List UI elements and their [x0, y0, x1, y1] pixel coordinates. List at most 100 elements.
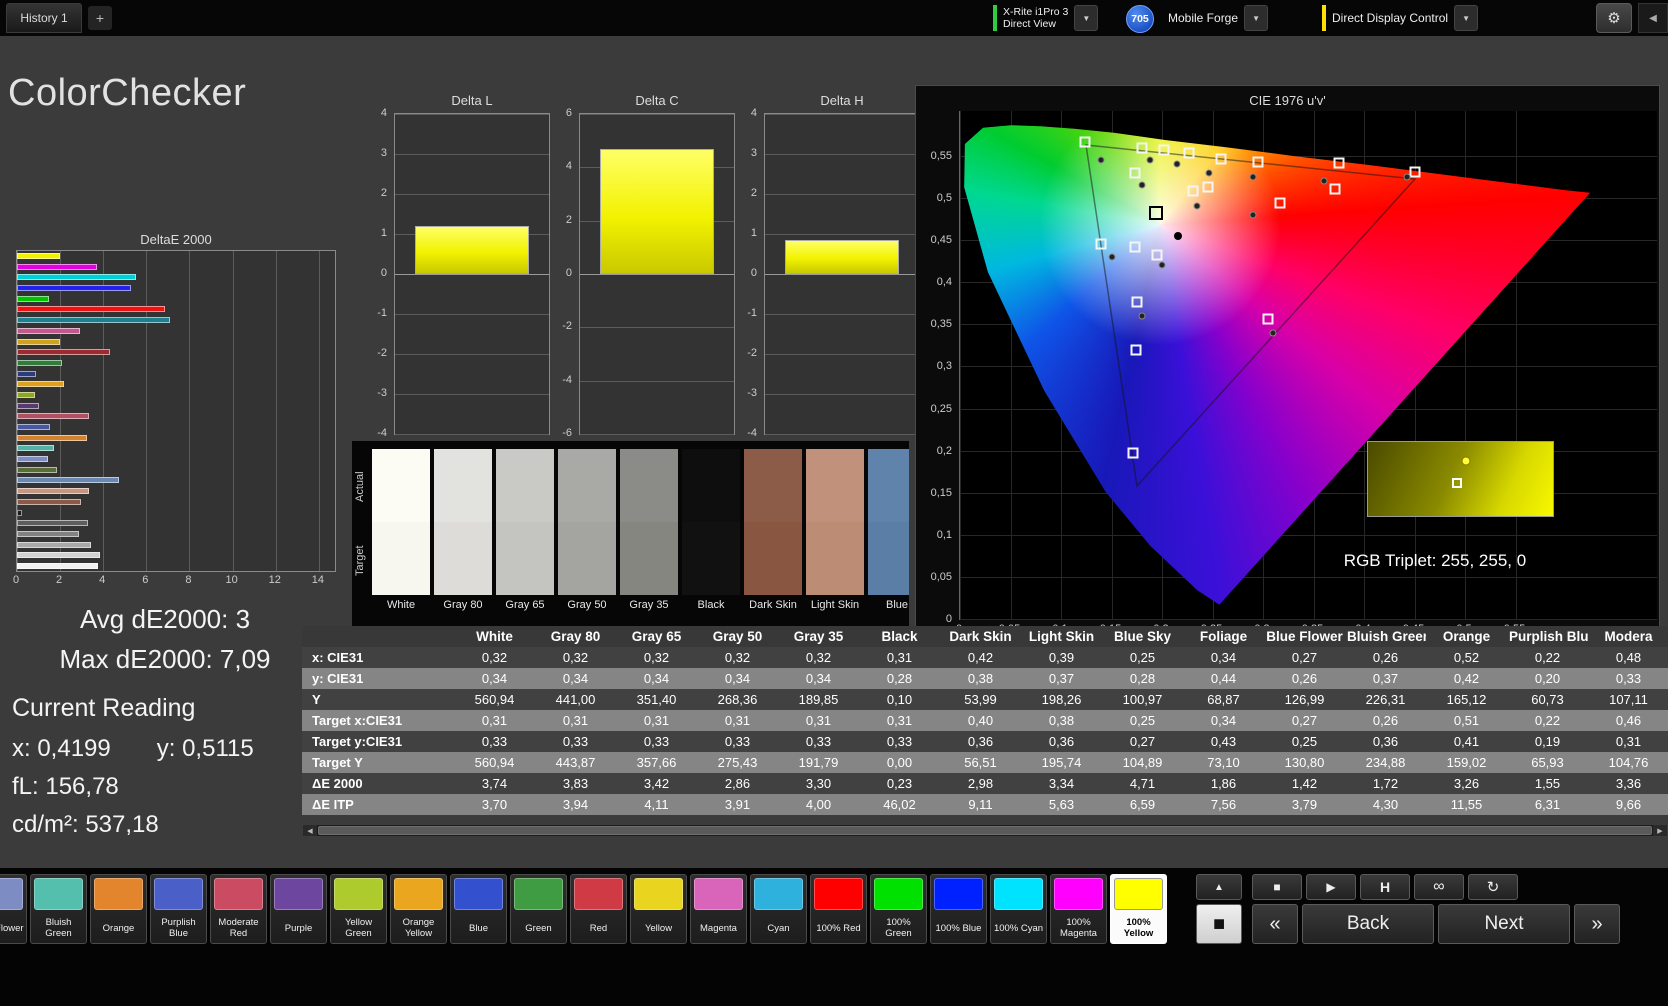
- patch-label: 100% Red: [811, 913, 866, 943]
- axis-tick-label: 3: [751, 147, 757, 159]
- display-control-dropdown-button[interactable]: ▼: [1454, 5, 1478, 31]
- source-label: Mobile Forge: [1168, 11, 1238, 25]
- table-cell: 5,63: [1021, 794, 1102, 815]
- patch-color-swatch: [814, 878, 863, 910]
- gridline: [765, 114, 919, 115]
- source-selector: Mobile Forge ▼: [1168, 3, 1268, 33]
- patch-button-green[interactable]: Green: [510, 874, 567, 944]
- back-button[interactable]: Back: [1302, 904, 1434, 944]
- source-dropdown-button[interactable]: ▼: [1244, 5, 1268, 31]
- patch-button-100-cyan[interactable]: 100% Cyan: [990, 874, 1047, 944]
- row-label: Target x:CIE31: [302, 710, 454, 731]
- stop-button[interactable]: ■: [1252, 874, 1302, 900]
- meter-dropdown-button[interactable]: ▼: [1074, 5, 1098, 31]
- deltae-bar-100-blue: [17, 285, 131, 291]
- table-cell: 191,79: [778, 752, 859, 773]
- table-cell: 0,22: [1507, 710, 1588, 731]
- table-cell: 0,34: [1183, 647, 1264, 668]
- swatch-gray-80[interactable]: Gray 80: [434, 449, 492, 621]
- patch-button-bluish-green[interactable]: Bluish Green: [30, 874, 87, 944]
- patch-button-blue[interactable]: Blue: [450, 874, 507, 944]
- swatch-gray-50[interactable]: Gray 50: [558, 449, 616, 621]
- axis-tick-label: 0: [381, 267, 387, 279]
- swatch-gray-35[interactable]: Gray 35: [620, 449, 678, 621]
- swatch-label: Light Skin: [806, 595, 864, 615]
- double-chevron-right-icon-button[interactable]: »: [1574, 904, 1620, 944]
- patch-button-purplish-blue[interactable]: Purplish Blue: [150, 874, 207, 944]
- patch-button-cyan[interactable]: Cyan: [750, 874, 807, 944]
- patch-button-100-red[interactable]: 100% Red: [810, 874, 867, 944]
- cie-point-measured: [1146, 157, 1153, 164]
- patch-button-yellow-green[interactable]: Yellow Green: [330, 874, 387, 944]
- swatch-black[interactable]: Black: [682, 449, 740, 621]
- refresh-button[interactable]: ↻: [1468, 874, 1518, 900]
- table-cell: 0,32: [778, 647, 859, 668]
- patch-label: Moderate Red: [211, 913, 266, 943]
- patch-color-swatch: [394, 878, 443, 910]
- deltae2000-bars: [17, 253, 335, 569]
- patch-button-orange-yellow[interactable]: Orange Yellow: [390, 874, 447, 944]
- play-button[interactable]: ▶: [1306, 874, 1356, 900]
- table-cell: 1,42: [1264, 773, 1345, 794]
- cie-data-points: [960, 111, 1657, 619]
- double-chevron-right-icon: »: [1591, 913, 1602, 936]
- cie-point-measured: [1206, 169, 1213, 176]
- swatch-dark-skin[interactable]: Dark Skin: [744, 449, 802, 621]
- table-cell: 0,23: [859, 773, 940, 794]
- patch-button-purple[interactable]: Purple: [270, 874, 327, 944]
- patch-button-100-green[interactable]: 100% Green: [870, 874, 927, 944]
- cie-point-measured: [1249, 211, 1256, 218]
- swatch-actual: [682, 449, 740, 522]
- table-cell: 0,31: [859, 647, 940, 668]
- table-cell: 60,73: [1507, 689, 1588, 710]
- patch-button-blue-flower[interactable]: Blue Flower: [0, 874, 27, 944]
- scroll-left-icon[interactable]: ◀: [303, 825, 317, 836]
- patch-button-magenta[interactable]: Magenta: [690, 874, 747, 944]
- patch-window-button[interactable]: ■: [1196, 904, 1242, 944]
- swatch-actual: [868, 449, 909, 522]
- y-axis: 6420-2-4-6: [553, 113, 575, 433]
- patch-button-red[interactable]: Red: [570, 874, 627, 944]
- cie-point-measured: [1138, 312, 1145, 319]
- pause-button[interactable]: H: [1360, 874, 1410, 900]
- next-button[interactable]: Next: [1438, 904, 1570, 944]
- cie-point-measured: [1249, 173, 1256, 180]
- up-arrow-icon: ▲: [1214, 882, 1224, 893]
- add-tab-button[interactable]: +: [88, 6, 112, 30]
- table-cell: 0,31: [454, 710, 535, 731]
- table-row: Target Y560,94443,87357,66275,43191,790,…: [302, 752, 1668, 773]
- patch-button-100-magenta[interactable]: 100% Magenta: [1050, 874, 1107, 944]
- patch-button-moderate-red[interactable]: Moderate Red: [210, 874, 267, 944]
- cie-point-target: [1252, 156, 1263, 167]
- axis-tick-label: -4: [562, 374, 572, 386]
- table-row: Target x:CIE310,310,310,310,310,310,310,…: [302, 710, 1668, 731]
- table-cell: 0,41: [1426, 731, 1507, 752]
- patch-count-badge[interactable]: 705: [1126, 5, 1154, 33]
- swatch-gray-65[interactable]: Gray 65: [496, 449, 554, 621]
- collapse-panel-button[interactable]: ◀: [1638, 3, 1668, 33]
- deltae-bar-100-magenta: [17, 264, 97, 270]
- table-scrollbar[interactable]: ◀ ▶: [302, 824, 1668, 837]
- swatch-label: Gray 35: [620, 595, 678, 615]
- axis-tick-label: 12: [269, 574, 281, 586]
- patch-button-100-yellow[interactable]: 100% Yellow: [1110, 874, 1167, 944]
- axis-tick-label: -2: [377, 347, 387, 359]
- swatch-blue[interactable]: Blue: [868, 449, 909, 621]
- settings-button[interactable]: ⚙: [1596, 3, 1632, 33]
- loop-button[interactable]: ∞: [1414, 874, 1464, 900]
- swatch-white[interactable]: White: [372, 449, 430, 621]
- patch-button-100-blue[interactable]: 100% Blue: [930, 874, 987, 944]
- history-tab[interactable]: History 1: [6, 3, 82, 33]
- swatch-label: Gray 50: [558, 595, 616, 615]
- swatch-light-skin[interactable]: Light Skin: [806, 449, 864, 621]
- swatch-target: [806, 522, 864, 595]
- patch-button-yellow[interactable]: Yellow: [630, 874, 687, 944]
- patch-button-orange[interactable]: Orange: [90, 874, 147, 944]
- gridline: [395, 114, 549, 115]
- patch-list-up-button[interactable]: ▲: [1196, 874, 1242, 900]
- table-scrollbar-thumb[interactable]: [318, 826, 1652, 835]
- previous-page-button[interactable]: «: [1252, 904, 1298, 944]
- cie-point-target: [1184, 148, 1195, 159]
- scroll-right-icon[interactable]: ▶: [1653, 825, 1667, 836]
- column-header-orange: Orange: [1426, 626, 1507, 647]
